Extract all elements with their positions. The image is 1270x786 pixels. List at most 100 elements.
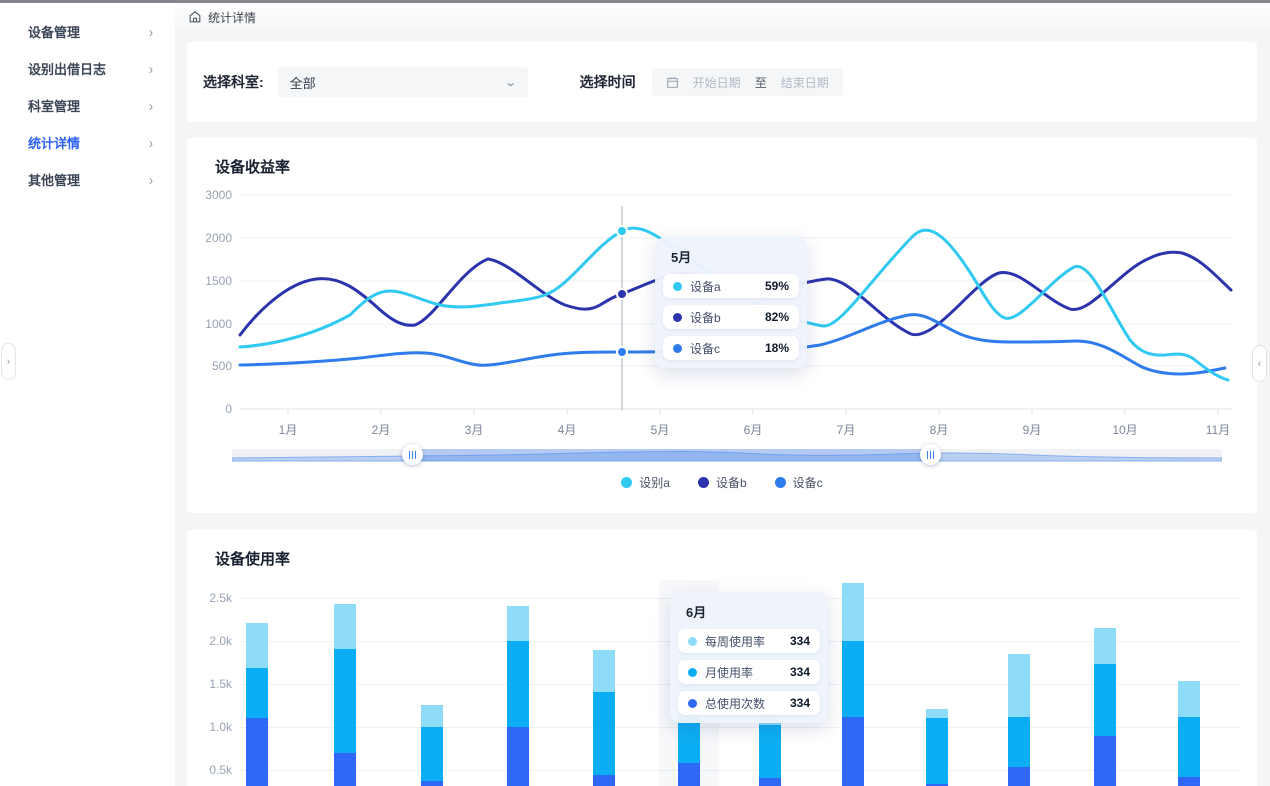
bar-segment-每周使用率[interactable] (1008, 654, 1030, 717)
tooltip-row: 每周使用率 334 (678, 629, 820, 653)
bar-segment-月使用率[interactable] (926, 718, 948, 783)
x-tick: 11月 (1206, 421, 1230, 438)
bar-segment-总使用次数[interactable] (1094, 736, 1116, 786)
x-tick: 8月 (930, 421, 949, 438)
bar-segment-总使用次数[interactable] (1008, 767, 1030, 786)
bar-segment-每周使用率[interactable] (842, 583, 864, 641)
legend-item-series-c[interactable]: 设备c (775, 474, 823, 491)
monthly-usage-dot-icon (688, 668, 697, 677)
revenue-tooltip: 5月 设备a 59% 设备b 82% 设备c 18% (655, 237, 807, 368)
chevron-right-icon: › (149, 171, 153, 189)
hover-dot-series-b (617, 289, 627, 299)
tooltip-title: 6月 (686, 602, 820, 621)
bar-segment-月使用率[interactable] (334, 649, 356, 753)
bar-segment-总使用次数[interactable] (759, 778, 781, 786)
window-top-strip (0, 0, 1270, 3)
bar-segment-月使用率[interactable] (842, 641, 864, 717)
datazoom-slider[interactable] (232, 447, 1222, 463)
bar-segment-每周使用率[interactable] (593, 650, 615, 692)
sidebar-item-label: 设备管理 (28, 22, 80, 41)
usage-chart-title: 设备使用率 (215, 548, 290, 569)
bar-segment-总使用次数[interactable] (842, 717, 864, 786)
main-content: 统计详情 选择科室: 全部 ⌄ 选择时间 开始日期 至 结束日期 (175, 3, 1270, 786)
sidebar-item-statistics[interactable]: 统计详情 › (0, 124, 175, 161)
collapse-panel-button[interactable]: ‹ (1252, 345, 1267, 382)
tooltip-series-label: 每周使用率 (705, 633, 765, 650)
start-date-input[interactable]: 开始日期 (693, 74, 741, 91)
series-b-dot-icon (673, 313, 682, 322)
tooltip-series-label: 月使用率 (705, 664, 753, 681)
date-range-picker[interactable]: 开始日期 至 结束日期 (652, 68, 843, 96)
expand-panel-button[interactable]: › (1, 343, 16, 380)
bar-segment-月使用率[interactable] (1178, 717, 1200, 777)
chevron-right-icon: › (149, 134, 153, 152)
bar-segment-每周使用率[interactable] (1094, 628, 1116, 664)
sidebar-item-lending-log[interactable]: 设别出借日志 › (0, 50, 175, 87)
sidebar-item-other-management[interactable]: 其他管理 › (0, 161, 175, 198)
bar-segment-月使用率[interactable] (593, 692, 615, 775)
bar-segment-月使用率[interactable] (1094, 664, 1116, 735)
filter-card: 选择科室: 全部 ⌄ 选择时间 开始日期 至 结束日期 (187, 42, 1257, 122)
tooltip-series-label: 设备a (690, 278, 721, 295)
bar-segment-月使用率[interactable] (507, 641, 529, 727)
datazoom-handle-left[interactable] (402, 444, 423, 465)
x-tick: 7月 (837, 421, 856, 438)
bar-segment-月使用率[interactable] (421, 727, 443, 781)
bar-segment-总使用次数[interactable] (507, 727, 529, 786)
chevron-right-icon: › (149, 60, 153, 78)
bar-segment-月使用率[interactable] (678, 718, 700, 763)
bar-segment-每周使用率[interactable] (421, 705, 443, 727)
sidebar-item-device-management[interactable]: 设备管理 › (0, 13, 175, 50)
calendar-icon (666, 76, 679, 89)
datazoom-wave (232, 447, 1222, 463)
legend-label: 设备c (793, 474, 823, 491)
sidebar-item-label: 设别出借日志 (28, 59, 106, 78)
legend-item-series-a[interactable]: 设别a (621, 474, 670, 491)
statistics-page: 设备管理 › 设别出借日志 › 科室管理 › 统计详情 › 其他管理 › 统计详… (0, 0, 1270, 786)
x-tick: 4月 (558, 421, 577, 438)
tooltip-row: 总使用次数 334 (678, 691, 820, 715)
bar-segment-总使用次数[interactable] (678, 763, 700, 786)
bar-segment-每周使用率[interactable] (334, 604, 356, 649)
gridline (240, 727, 1240, 728)
tooltip-series-value: 59% (765, 279, 789, 293)
bar-segment-月使用率[interactable] (1008, 717, 1030, 768)
bar-segment-月使用率[interactable] (759, 725, 781, 777)
bar-segment-月使用率[interactable] (246, 668, 268, 719)
datazoom-handle-right[interactable] (920, 444, 941, 465)
breadcrumb[interactable]: 统计详情 (188, 9, 256, 26)
chevron-down-icon: ⌄ (504, 76, 518, 89)
bar-segment-总使用次数[interactable] (246, 718, 268, 786)
total-usage-dot-icon (688, 699, 697, 708)
x-tick: 5月 (651, 421, 670, 438)
sidebar-item-label: 其他管理 (28, 170, 80, 189)
tooltip-series-value: 334 (790, 634, 810, 648)
bar-segment-每周使用率[interactable] (507, 606, 529, 641)
datazoom-selected-range (412, 449, 930, 461)
end-date-input[interactable]: 结束日期 (781, 74, 829, 91)
legend-item-series-b[interactable]: 设备b (698, 474, 747, 491)
legend-label: 设别a (639, 474, 670, 491)
department-select-value: 全部 (290, 73, 316, 92)
x-tick: 2月 (372, 421, 391, 438)
sidebar-item-department-management[interactable]: 科室管理 › (0, 87, 175, 124)
department-select[interactable]: 全部 ⌄ (278, 67, 528, 97)
bar-segment-总使用次数[interactable] (421, 781, 443, 786)
bar-segment-总使用次数[interactable] (334, 753, 356, 786)
department-filter-label: 选择科室: (203, 72, 264, 92)
bar-segment-每周使用率[interactable] (926, 709, 948, 718)
chevron-left-icon: ‹ (1258, 358, 1262, 370)
bar-segment-每周使用率[interactable] (246, 623, 268, 668)
bar-segment-总使用次数[interactable] (593, 775, 615, 786)
tooltip-series-value: 334 (790, 665, 810, 679)
chevron-right-icon: › (149, 23, 153, 41)
usage-tooltip: 6月 每周使用率 334 月使用率 334 总使用次数 334 (670, 592, 828, 723)
bar-segment-每周使用率[interactable] (1178, 681, 1200, 716)
y-tick: 1.0k (192, 720, 232, 734)
bar-segment-总使用次数[interactable] (1178, 777, 1200, 786)
y-tick: 2.0k (192, 634, 232, 648)
x-tick: 9月 (1023, 421, 1042, 438)
home-icon (188, 10, 202, 24)
tooltip-series-label: 总使用次数 (705, 695, 765, 712)
tooltip-series-value: 334 (790, 696, 810, 710)
